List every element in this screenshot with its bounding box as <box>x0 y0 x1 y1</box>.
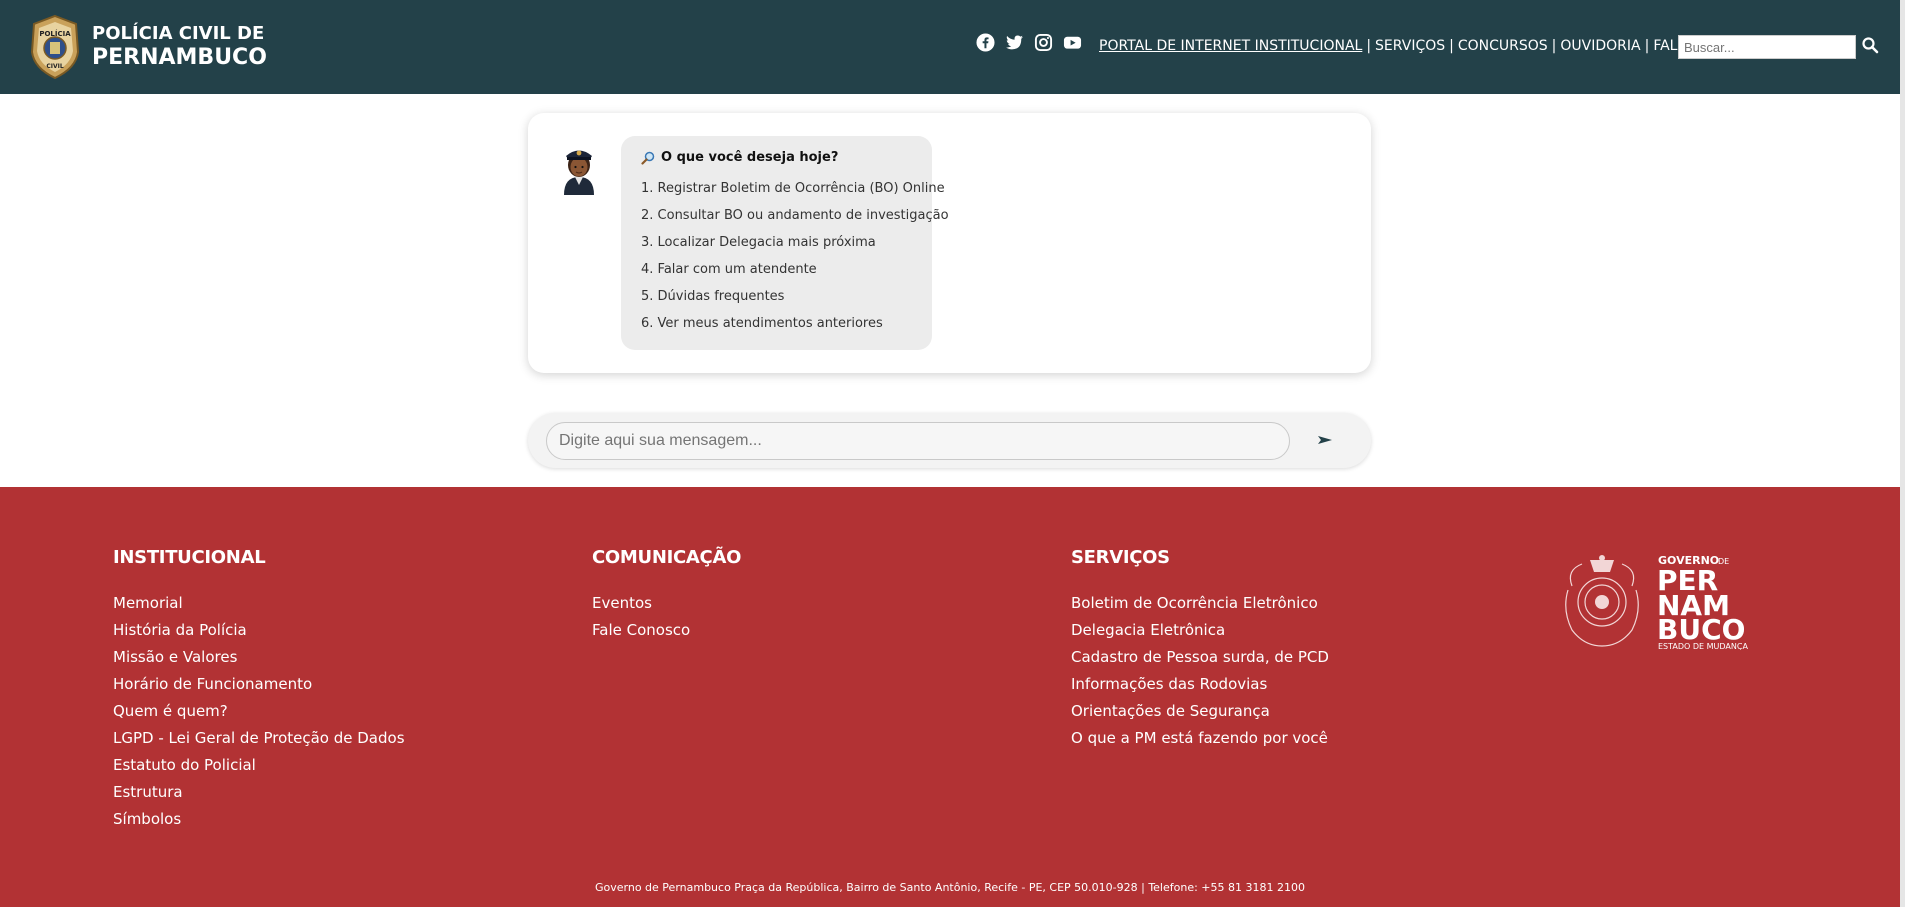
menu-option-atendimentos[interactable]: 6. Ver meus atendimentos anteriores <box>641 310 912 337</box>
logo-de: DE <box>1718 557 1729 566</box>
brand-line2: PERNAMBUCO <box>92 44 267 70</box>
youtube-icon[interactable] <box>1063 33 1082 52</box>
footer-servicos-title: SERVIÇOS <box>1071 547 1170 568</box>
footer-link[interactable]: Delegacia Eletrônica <box>1071 617 1329 644</box>
logo-slogan: ESTADO DE MUDANÇA <box>1658 642 1748 650</box>
footer-servicos: SERVIÇOS Boletim de Ocorrência Eletrônic… <box>1071 547 1329 752</box>
footer-link[interactable]: História da Polícia <box>113 617 405 644</box>
footer-comunicacao-title: COMUNICAÇÃO <box>592 547 742 568</box>
message-bar <box>528 413 1371 468</box>
footer-link[interactable]: Informações das Rodovias <box>1071 671 1329 698</box>
badge-text-bottom: CIVIL <box>46 63 64 70</box>
footer-link[interactable]: Estrutura <box>113 779 405 806</box>
footer-institucional-title: INSTITUCIONAL <box>113 547 266 568</box>
brand-text: POLÍCIA CIVIL DE PERNAMBUCO <box>92 23 267 71</box>
governo-pernambuco-logo[interactable]: GOVERNO DE PER NAM BUCO ESTADO DE MUDANÇ… <box>1558 550 1780 650</box>
police-officer-avatar <box>564 150 594 195</box>
scrollbar-track[interactable] <box>1900 0 1905 907</box>
menu-option-falar-atendente[interactable]: 4. Falar com um atendente <box>641 256 912 283</box>
chat-bubble: O que você deseja hoje? 1. Registrar Bol… <box>621 136 949 350</box>
footer-link[interactable]: Horário de Funcionamento <box>113 671 405 698</box>
police-badge-logo: POLÍCIA CIVIL <box>30 14 80 80</box>
bubble-title: O que você deseja hoje? <box>641 150 912 165</box>
site-footer: INSTITUCIONAL Memorial História da Políc… <box>0 487 1900 907</box>
social-links <box>976 33 1082 52</box>
footer-link[interactable]: Boletim de Ocorrência Eletrônico <box>1071 590 1329 617</box>
footer-link[interactable]: O que a PM está fazendo por você <box>1071 725 1329 752</box>
message-input[interactable] <box>546 422 1290 460</box>
chat-card: O que você deseja hoje? 1. Registrar Bol… <box>528 113 1371 373</box>
nav-servicos-link[interactable]: SERVIÇOS <box>1375 38 1445 54</box>
menu-option-localizar-delegacia[interactable]: 3. Localizar Delegacia mais próxima <box>641 229 912 256</box>
search-icon[interactable] <box>1861 36 1879 54</box>
site-header: POLÍCIA CIVIL POLÍCIA CIVIL DE PERNAMBUC… <box>0 0 1900 94</box>
footer-link[interactable]: Cadastro de Pessoa surda, de PCD <box>1071 644 1329 671</box>
footer-link[interactable]: Quem é quem? <box>113 698 405 725</box>
badge-text-top: POLÍCIA <box>39 29 71 38</box>
instagram-icon[interactable] <box>1034 33 1053 52</box>
bubble-title-text: O que você deseja hoje? <box>661 150 839 165</box>
footer-link[interactable]: Missão e Valores <box>113 644 405 671</box>
menu-option-registrar-bo[interactable]: 1. Registrar Boletim de Ocorrência (BO) … <box>641 175 945 202</box>
footer-comunicacao: COMUNICAÇÃO Eventos Fale Conosco <box>592 547 741 644</box>
footer-link[interactable]: Estatuto do Policial <box>113 752 405 779</box>
footer-link[interactable]: LGPD - Lei Geral de Proteção de Dados <box>113 725 405 752</box>
footer-institucional: INSTITUCIONAL Memorial História da Políc… <box>113 547 405 833</box>
nav-separator: | <box>1551 38 1557 54</box>
facebook-icon[interactable] <box>976 33 995 52</box>
nav-separator: | <box>1366 38 1372 54</box>
nav-concursos-link[interactable]: CONCURSOS <box>1458 38 1548 54</box>
footer-link[interactable]: Símbolos <box>113 806 405 833</box>
nav-separator: | <box>1449 38 1454 54</box>
twitter-icon[interactable] <box>1005 33 1024 52</box>
footer-link[interactable]: Fale Conosco <box>592 617 741 644</box>
brand[interactable]: POLÍCIA CIVIL POLÍCIA CIVIL DE PERNAMBUC… <box>28 14 267 80</box>
menu-option-duvidas[interactable]: 5. Dúvidas frequentes <box>641 283 912 310</box>
top-nav: PORTAL DE INTERNET INSTITUCIONAL | SERVIÇO… <box>1099 38 1763 54</box>
nav-ouvidoria-link[interactable]: OUVIDORIA <box>1560 38 1640 54</box>
menu-option-consultar-bo[interactable]: 2. Consultar BO ou andamento de investig… <box>641 202 949 229</box>
nav-portal-link[interactable]: PORTAL DE INTERNET INSTITUCIONAL <box>1099 38 1362 54</box>
magnifier-icon <box>641 151 655 165</box>
brand-line1: POLÍCIA CIVIL DE <box>92 23 265 44</box>
footer-link[interactable]: Orientações de Segurança <box>1071 698 1329 725</box>
search-input[interactable] <box>1678 35 1856 59</box>
footer-address: Governo de Pernambuco Praça da República… <box>595 881 1305 894</box>
nav-separator: | <box>1644 38 1650 54</box>
send-icon[interactable] <box>1317 433 1333 447</box>
footer-link[interactable]: Memorial <box>113 590 405 617</box>
footer-link[interactable]: Eventos <box>592 590 741 617</box>
